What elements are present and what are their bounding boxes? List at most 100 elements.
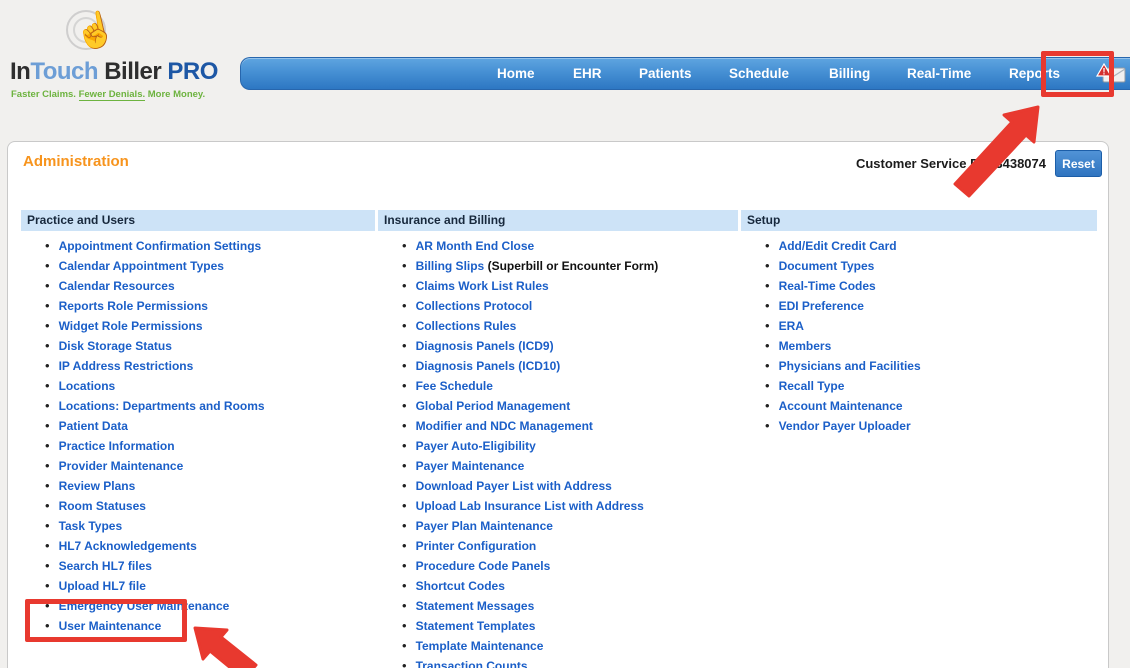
admin-link[interactable]: User Maintenance xyxy=(59,619,162,633)
admin-link[interactable]: Modifier and NDC Management xyxy=(416,419,593,433)
admin-link[interactable]: Collections Rules xyxy=(416,319,517,333)
list-item: •Calendar Appointment Types xyxy=(45,256,375,276)
admin-link[interactable]: Account Maintenance xyxy=(779,399,903,413)
admin-link[interactable]: ERA xyxy=(779,319,804,333)
bullet-icon: • xyxy=(402,298,407,313)
admin-link[interactable]: Vendor Payer Uploader xyxy=(779,419,911,433)
admin-link[interactable]: Practice Information xyxy=(59,439,175,453)
bullet-icon: • xyxy=(45,538,50,553)
admin-link[interactable]: Diagnosis Panels (ICD10) xyxy=(416,359,561,373)
admin-link[interactable]: Template Maintenance xyxy=(416,639,544,653)
nav-item-ehr[interactable]: EHR xyxy=(573,58,602,89)
nav-item-schedule[interactable]: Schedule xyxy=(729,58,789,89)
admin-link[interactable]: Add/Edit Credit Card xyxy=(779,239,897,253)
admin-link[interactable]: Billing Slips xyxy=(416,259,485,273)
admin-link[interactable]: Upload Lab Insurance List with Address xyxy=(416,499,644,513)
admin-link[interactable]: Members xyxy=(779,339,832,353)
list-item: •Add/Edit Credit Card xyxy=(765,236,1097,256)
admin-link[interactable]: Search HL7 files xyxy=(59,559,152,573)
svg-text:!: ! xyxy=(1103,67,1106,77)
alert-envelope-icon: ! xyxy=(1096,63,1127,84)
bullet-icon: • xyxy=(765,358,770,373)
logo-part: Biller xyxy=(98,58,167,85)
admin-link[interactable]: Patient Data xyxy=(59,419,128,433)
column-header: Setup xyxy=(741,210,1097,231)
list-item: • Physicians and Facilities xyxy=(765,356,1097,376)
logo-part: Touch xyxy=(30,58,98,85)
admin-link[interactable]: Printer Configuration xyxy=(416,539,537,553)
list-item: •Room Statuses xyxy=(45,496,375,516)
nav-item-patients[interactable]: Patients xyxy=(639,58,692,89)
admin-link[interactable]: Room Statuses xyxy=(59,499,146,513)
nav-item-reports[interactable]: Reports xyxy=(1009,58,1060,89)
list-item: • Calendar Resources xyxy=(45,276,375,296)
list-item: • Real-Time Codes xyxy=(765,276,1097,296)
admin-link[interactable]: Review Plans xyxy=(59,479,136,493)
admin-link[interactable]: Procedure Code Panels xyxy=(416,559,551,573)
admin-link[interactable]: Statement Templates xyxy=(416,619,536,633)
reset-pin-button[interactable]: Reset xyxy=(1055,150,1102,177)
bullet-icon: • xyxy=(45,278,50,293)
admin-link[interactable]: Real-Time Codes xyxy=(779,279,876,293)
list-item: •ERA xyxy=(765,316,1097,336)
admin-link-list: •Add/Edit Credit Card•Document Types•Rea… xyxy=(741,236,1097,436)
bullet-icon: • xyxy=(402,278,407,293)
admin-link[interactable]: Locations: Departments and Rooms xyxy=(59,399,265,413)
admin-link[interactable]: Claims Work List Rules xyxy=(416,279,549,293)
admin-link[interactable]: Statement Messages xyxy=(416,599,535,613)
admin-link[interactable]: AR Month End Close xyxy=(416,239,535,253)
admin-link[interactable]: Collections Protocol xyxy=(416,299,533,313)
bullet-icon: • xyxy=(45,458,50,473)
bullet-icon: • xyxy=(765,398,770,413)
admin-link[interactable]: Locations xyxy=(59,379,116,393)
list-item: •User Maintenance xyxy=(45,616,375,636)
admin-link[interactable]: Physicians and Facilities xyxy=(779,359,921,373)
admin-link[interactable]: Upload HL7 file xyxy=(59,579,146,593)
list-item: •Review Plans xyxy=(45,476,375,496)
admin-link[interactable]: Reports Role Permissions xyxy=(59,299,208,313)
admin-link[interactable]: Transaction Counts xyxy=(416,659,528,668)
admin-link[interactable]: Disk Storage Status xyxy=(59,339,172,353)
list-item: •Upload Lab Insurance List with Address xyxy=(402,496,738,516)
admin-link[interactable]: Provider Maintenance xyxy=(59,459,184,473)
main-nav-bar: Home EHR Patients Schedule Billing Real-… xyxy=(240,57,1130,90)
bullet-icon: • xyxy=(765,418,770,433)
nav-item-real-time[interactable]: Real-Time xyxy=(907,58,971,89)
admin-link[interactable]: Widget Role Permissions xyxy=(59,319,203,333)
bullet-icon: • xyxy=(402,658,407,668)
admin-link[interactable]: Recall Type xyxy=(779,379,845,393)
admin-link[interactable]: Calendar Appointment Types xyxy=(59,259,224,273)
list-item: •Fee Schedule xyxy=(402,376,738,396)
admin-link[interactable]: Task Types xyxy=(59,519,123,533)
logo-part: In xyxy=(10,58,30,85)
nav-item-billing[interactable]: Billing xyxy=(829,58,870,89)
nav-item-tasks-messages[interactable]: ! Tasks & Messages xyxy=(1096,58,1130,89)
admin-link[interactable]: Payer Maintenance xyxy=(416,459,525,473)
bullet-icon: • xyxy=(45,558,50,573)
intouch-biller-pro-logo[interactable]: ☝ InTouch Biller PRO Faster Claims. Fewe… xyxy=(8,8,223,108)
admin-link[interactable]: Fee Schedule xyxy=(416,379,493,393)
admin-link[interactable]: Global Period Management xyxy=(416,399,571,413)
column-practice-and-users: Practice and Users •Appointment Confirma… xyxy=(21,210,375,636)
bullet-icon: • xyxy=(402,258,407,273)
admin-link[interactable]: Payer Plan Maintenance xyxy=(416,519,553,533)
bullet-icon: • xyxy=(45,238,50,253)
admin-link[interactable]: Shortcut Codes xyxy=(416,579,505,593)
admin-link[interactable]: EDI Preference xyxy=(779,299,864,313)
bullet-icon: • xyxy=(765,278,770,293)
admin-link[interactable]: Diagnosis Panels (ICD9) xyxy=(416,339,554,353)
admin-link[interactable]: IP Address Restrictions xyxy=(59,359,194,373)
admin-link[interactable]: Emergency User Maintenance xyxy=(59,599,230,613)
admin-link[interactable]: Calendar Resources xyxy=(59,279,175,293)
nav-item-home[interactable]: Home xyxy=(497,58,535,89)
list-item: • HL7 Acknowledgements xyxy=(45,536,375,556)
list-item: •Task Types xyxy=(45,516,375,536)
list-item: • Transaction Counts xyxy=(402,656,738,668)
admin-link[interactable]: Document Types xyxy=(779,259,875,273)
admin-link[interactable]: HL7 Acknowledgements xyxy=(59,539,197,553)
admin-link[interactable]: Payer Auto-Eligibility xyxy=(416,439,536,453)
list-item: •Billing Slips (Superbill or Encounter F… xyxy=(402,256,738,276)
admin-link[interactable]: Appointment Confirmation Settings xyxy=(59,239,262,253)
logo-text: InTouch Biller PRO xyxy=(10,58,218,86)
admin-link[interactable]: Download Payer List with Address xyxy=(416,479,612,493)
